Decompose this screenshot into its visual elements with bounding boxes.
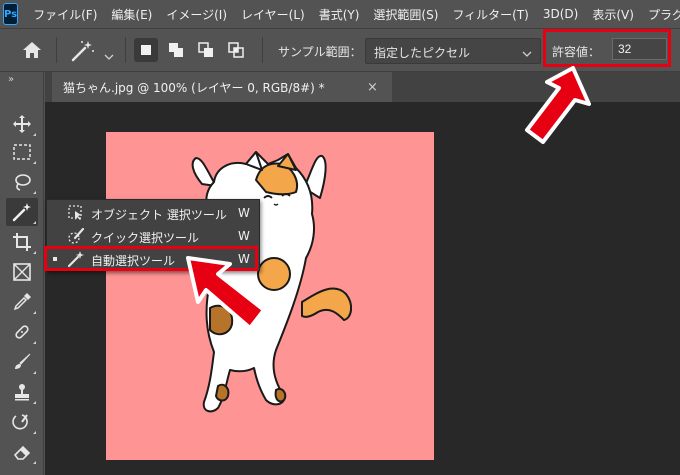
flyout-item-object-selection[interactable]: オブジェクト 選択ツール W bbox=[47, 202, 259, 225]
eyedropper-tool-icon[interactable] bbox=[6, 288, 38, 316]
red-arrow-icon bbox=[186, 256, 266, 330]
marquee-tool-icon[interactable] bbox=[6, 138, 38, 166]
object-selection-icon bbox=[67, 204, 85, 225]
lasso-tool-icon[interactable] bbox=[6, 168, 38, 196]
divider bbox=[125, 37, 126, 63]
menu-view[interactable]: 表示(V) bbox=[585, 6, 641, 23]
magic-wand-tool-icon[interactable] bbox=[6, 198, 38, 226]
flyout-shortcut: W bbox=[238, 229, 250, 243]
eraser-tool-icon[interactable] bbox=[6, 438, 38, 466]
divider bbox=[262, 37, 263, 63]
menu-filter[interactable]: フィルター(T) bbox=[445, 6, 535, 23]
history-brush-tool-icon[interactable] bbox=[6, 408, 38, 436]
red-arrow-icon bbox=[525, 66, 591, 144]
sample-size-select[interactable]: 指定したピクセル bbox=[365, 38, 541, 64]
close-icon[interactable]: × bbox=[367, 80, 378, 95]
document-tab[interactable]: 猫ちゃん.jpg @ 100% (レイヤー 0, RGB/8#) * bbox=[52, 72, 392, 102]
sample-size-value: 指定したピクセル bbox=[374, 46, 471, 60]
subtract-from-selection-icon[interactable] bbox=[194, 38, 218, 62]
intersect-selection-icon[interactable] bbox=[224, 38, 248, 62]
flyout-label: オブジェクト 選択ツール bbox=[91, 208, 227, 222]
menu-plugins[interactable]: プラグ- bbox=[641, 6, 680, 23]
home-icon[interactable] bbox=[22, 41, 42, 63]
divider bbox=[56, 37, 57, 63]
flyout-shortcut: W bbox=[238, 206, 250, 220]
tools-panel: » bbox=[0, 72, 44, 475]
menu-image[interactable]: イメージ(I) bbox=[159, 6, 234, 23]
quick-selection-icon bbox=[67, 227, 85, 248]
menu-file[interactable]: ファイル(F) bbox=[26, 6, 104, 23]
flyout-item-quick-selection[interactable]: クイック選択ツール W bbox=[47, 225, 259, 248]
document-tab-title: 猫ちゃん.jpg @ 100% (レイヤー 0, RGB/8#) * bbox=[63, 80, 325, 95]
sample-size-label: サンプル範囲： bbox=[278, 45, 362, 59]
menu-type[interactable]: 書式(Y) bbox=[312, 6, 367, 23]
clone-stamp-tool-icon[interactable] bbox=[6, 378, 38, 406]
menu-edit[interactable]: 編集(E) bbox=[104, 6, 159, 23]
healing-brush-tool-icon[interactable] bbox=[6, 318, 38, 346]
menu-layer[interactable]: レイヤー(L) bbox=[234, 6, 312, 23]
add-to-selection-icon[interactable] bbox=[164, 38, 188, 62]
move-tool-icon[interactable] bbox=[6, 110, 38, 138]
chevron-down-icon bbox=[522, 46, 532, 60]
frame-tool-icon[interactable] bbox=[6, 258, 38, 286]
crop-tool-icon[interactable] bbox=[6, 228, 38, 256]
brush-tool-icon[interactable] bbox=[6, 348, 38, 376]
magic-wand-preset-icon[interactable] bbox=[70, 39, 96, 67]
chevron-down-icon[interactable] bbox=[104, 45, 114, 64]
flyout-label: クイック選択ツール bbox=[91, 231, 200, 245]
new-selection-icon[interactable] bbox=[134, 38, 158, 62]
menu-bar: Ps ファイル(F) 編集(E) イメージ(I) レイヤー(L) 書式(Y) 選… bbox=[0, 0, 680, 28]
collapse-toolbar-icon[interactable]: » bbox=[8, 74, 14, 85]
photoshop-logo: Ps bbox=[3, 3, 19, 25]
menu-select[interactable]: 選択範囲(S) bbox=[366, 6, 445, 23]
menu-3d[interactable]: 3D(D) bbox=[536, 7, 585, 21]
